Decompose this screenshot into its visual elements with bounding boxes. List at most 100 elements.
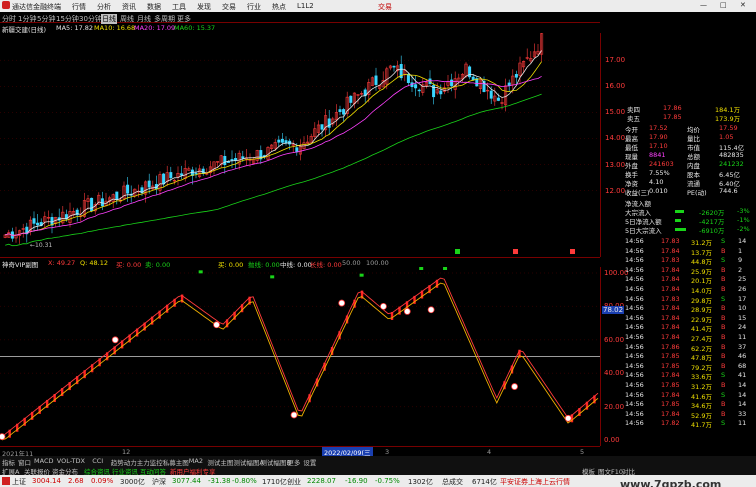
stat-value: 0.010 — [649, 187, 668, 195]
tick-count: 14 — [738, 237, 747, 245]
sell-signal-icon — [198, 270, 203, 274]
stat-row: 今开 17.52 均价 17.59 — [623, 124, 756, 134]
candle-body — [234, 158, 238, 161]
indicator-tab[interactable]: CCI — [92, 457, 103, 465]
tick-price: 17.85 — [661, 361, 680, 370]
tick-price: 17.84 — [661, 275, 680, 284]
title-bar: 通达信金融终端 行情 分析 资讯 数据 工具 发现 交易 行业 热点 L1L2 … — [0, 0, 756, 12]
tick-time: 14:56 — [625, 409, 644, 418]
tick-volume: 25.9万 — [691, 267, 712, 276]
candle-body — [90, 197, 94, 212]
indicator-tab[interactable]: VOL-TDX — [57, 457, 85, 465]
candle-body — [450, 79, 454, 87]
tick-time: 14:56 — [625, 371, 644, 380]
stat-value: 1.05 — [719, 133, 734, 141]
minimize-icon[interactable]: — — [700, 1, 707, 9]
sh-index-label[interactable]: 上证 — [12, 477, 26, 487]
candle-body — [327, 118, 331, 128]
candle-body — [507, 82, 511, 86]
tick-count: 33 — [738, 409, 747, 418]
cy-index-label[interactable]: 创业 — [287, 477, 301, 487]
quote-panel: 卖四 17.86 184.1万 卖五 17.85 173.9万 今开 17.52 均价 17.59… — [623, 104, 756, 454]
tick-price: 17.84 — [661, 323, 680, 332]
date-label: 4 — [487, 448, 492, 456]
flow-pct: -1% — [737, 216, 750, 224]
tick-side: B — [721, 323, 726, 332]
signal-circle-icon — [511, 383, 518, 390]
tick-time: 14:56 — [625, 285, 644, 293]
menu-item-l1l2[interactable]: L1L2 — [297, 2, 314, 10]
trade-link[interactable]: 交易 — [378, 2, 392, 12]
flow-row: 5日大宗流入 -6910万 -2% — [623, 225, 756, 235]
candle-body — [414, 84, 418, 89]
tick-row: 14:56 17.84 41.6万 S 14 — [623, 391, 756, 401]
tick-row: 14:56 17.84 13.7万 B 1 — [623, 247, 756, 257]
tick-side: B — [721, 361, 726, 370]
indicator-tab[interactable]: MACD — [34, 457, 53, 465]
stat-value: 8841 — [649, 151, 666, 159]
tick-volume: 41.7万 — [691, 421, 712, 430]
candle-body — [417, 89, 421, 92]
menu-item-news[interactable]: 资讯 — [122, 2, 136, 12]
sh-index-amount: 3000亿 — [120, 478, 145, 486]
candle-body — [320, 124, 324, 130]
signal-flag-icon — [513, 249, 518, 254]
candle-body — [468, 66, 472, 78]
stat-row: 换手 7.55% 股本 6.45亿 — [623, 169, 756, 179]
indicator-legend: 神奇VIP副图 X: 49.27 Q: 48.12 买: 0.00 卖: 0.0… — [0, 257, 600, 269]
signal-circle-icon — [0, 433, 6, 441]
hs-index-amount: 1710亿 — [262, 478, 287, 486]
menu-item-data[interactable]: 数据 — [147, 2, 161, 12]
hs-index-label[interactable]: 沪深 — [152, 477, 166, 487]
indicator-chart[interactable] — [0, 267, 600, 446]
menu-item-analysis[interactable]: 分析 — [97, 2, 111, 12]
candle-body — [514, 74, 518, 78]
indicator-level50: 50.00 — [342, 259, 361, 267]
candle-body — [180, 173, 184, 176]
tick-side: B — [721, 352, 726, 361]
stat-value: 482835 — [719, 151, 744, 159]
tick-count: 14 — [738, 400, 747, 409]
menu-item-discover[interactable]: 发现 — [197, 2, 211, 12]
app-logo-icon — [2, 1, 10, 9]
ticker-message[interactable]: 平安证券上海上云行情 — [500, 477, 570, 487]
tick-price: 17.84 — [661, 304, 680, 313]
tick-price: 17.84 — [661, 333, 680, 341]
tick-count: 26 — [738, 285, 747, 293]
sell-signal-icon — [419, 267, 424, 270]
tick-price: 17.83 — [661, 294, 680, 303]
candle-body — [169, 172, 173, 179]
tick-row: 14:56 17.83 29.8万 S 17 — [623, 295, 756, 305]
tick-row: 14:56 17.84 28.9万 B 10 — [623, 304, 756, 314]
ask-price: 17.85 — [663, 113, 682, 121]
sh-index-value: 3004.14 — [32, 477, 61, 485]
menu-item-quotes[interactable]: 行情 — [72, 2, 86, 12]
stat-value: 17.59 — [719, 124, 738, 132]
kline-chart[interactable]: ←10.31 — [0, 33, 600, 257]
maximize-icon[interactable]: □ — [720, 1, 727, 9]
tick-volume: 31.2万 — [691, 383, 712, 391]
menu-item-trade[interactable]: 交易 — [222, 2, 236, 12]
menu-item-hot[interactable]: 热点 — [272, 2, 286, 12]
candle-body — [342, 109, 346, 115]
tick-volume: 34.6万 — [691, 402, 712, 411]
tick-count: 11 — [738, 419, 747, 428]
candle-body — [496, 97, 500, 101]
close-icon[interactable]: ✕ — [740, 1, 746, 9]
tick-count: 2 — [738, 265, 743, 274]
sh-index-pct: 0.09% — [91, 477, 114, 485]
signal-circle-icon — [380, 303, 387, 310]
flow-row: 净流入额 — [623, 198, 756, 208]
candle-body — [194, 172, 198, 175]
sh-index-change: 2.68 — [68, 477, 84, 485]
cy-index-amount: 1302亿 — [408, 478, 433, 486]
tick-side: S — [721, 237, 726, 245]
menu-item-industry[interactable]: 行业 — [247, 2, 261, 12]
menu-item-tools[interactable]: 工具 — [172, 2, 186, 12]
tick-row: 14:56 17.83 44.8万 S 9 — [623, 256, 756, 266]
tick-time: 14:56 — [625, 294, 644, 303]
sell-signal-icon — [359, 273, 364, 277]
stat-row: 收益(三) 0.010 PE(动) 744.6 — [623, 187, 756, 197]
indicator-tab[interactable]: MA2 — [189, 457, 203, 465]
stat-value: 241603 — [649, 160, 674, 168]
